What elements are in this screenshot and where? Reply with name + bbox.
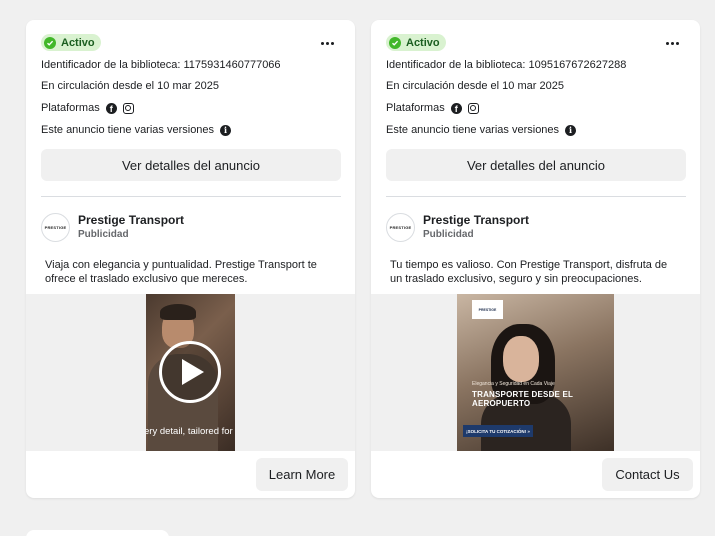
ad-card-2: Activo Identificador de la biblioteca: 1… [371,20,700,498]
ad-body-text: Viaja con elegancia y puntualidad. Prest… [45,259,317,285]
avatar[interactable]: PRESTIGE [41,213,70,242]
instagram-icon [122,102,134,114]
video-caption: ery detail, tailored for y [146,426,235,437]
library-id: Identificador de la biblioteca: 10951676… [386,59,627,71]
view-ad-details-button[interactable]: Ver detalles del anuncio [41,149,341,181]
advertiser-header: PRESTIGE Prestige Transport Publicidad [386,213,529,242]
platforms-label: Plataformas [41,102,100,114]
versions-row: Este anuncio tiene varias versiones i [41,124,232,136]
advertiser-name[interactable]: Prestige Transport [78,213,184,227]
view-ad-details-button[interactable]: Ver detalles del anuncio [386,149,686,181]
check-circle-icon [389,36,401,49]
more-horizontal-icon [665,41,669,45]
ad-body-text: Tu tiempo es valioso. Con Prestige Trans… [390,259,668,285]
next-card-stub [26,530,169,536]
info-icon[interactable]: i [565,124,577,136]
avatar[interactable]: PRESTIGE [386,213,415,242]
contact-us-button[interactable]: Contact Us [602,458,693,491]
advertiser-header: PRESTIGE Prestige Transport Publicidad [41,213,184,242]
circulation-date: En circulación desde el 10 mar 2025 [41,80,219,92]
promo-title: TRANSPORTE DESDE EL AEROPUERTO [472,390,573,408]
divider [41,196,341,197]
info-icon[interactable]: i [220,124,232,136]
facebook-icon: f [105,102,117,114]
more-options-button[interactable] [662,38,682,48]
circulation-date: En circulación desde el 10 mar 2025 [386,80,564,92]
promo-quote-badge: ¡SOLICITA TU COTIZACIÓN! » [463,425,533,437]
divider [386,196,686,197]
status-badge: Activo [41,34,101,51]
ad-video[interactable]: ery detail, tailored for y [146,294,235,451]
facebook-icon: f [450,102,462,114]
sponsored-label: Publicidad [423,229,474,240]
advertiser-name[interactable]: Prestige Transport [423,213,529,227]
sponsored-label: Publicidad [78,229,129,240]
versions-note: Este anuncio tiene varias versiones [41,124,215,136]
brand-logo: PRESTIGE [472,300,503,319]
instagram-icon [467,102,479,114]
status-badge: Activo [386,34,446,51]
versions-note: Este anuncio tiene varias versiones [386,124,560,136]
status-label: Activo [406,36,440,49]
more-options-button[interactable] [317,38,337,48]
platforms-row: Plataformas f [386,102,479,114]
status-label: Activo [61,36,95,49]
play-icon[interactable] [159,341,221,403]
platforms-label: Plataformas [386,102,445,114]
library-id: Identificador de la biblioteca: 11759314… [41,59,281,71]
versions-row: Este anuncio tiene varias versiones i [386,124,577,136]
learn-more-button[interactable]: Learn More [256,458,348,491]
ad-card-1: Activo Identificador de la biblioteca: 1… [26,20,355,498]
check-circle-icon [44,36,56,49]
ad-image[interactable]: PRESTIGE Elegancia y Seguridad en Cada V… [457,294,614,451]
platforms-row: Plataformas f [41,102,134,114]
more-horizontal-icon [320,41,324,45]
promo-tagline: Elegancia y Seguridad en Cada Viaje [472,381,555,387]
